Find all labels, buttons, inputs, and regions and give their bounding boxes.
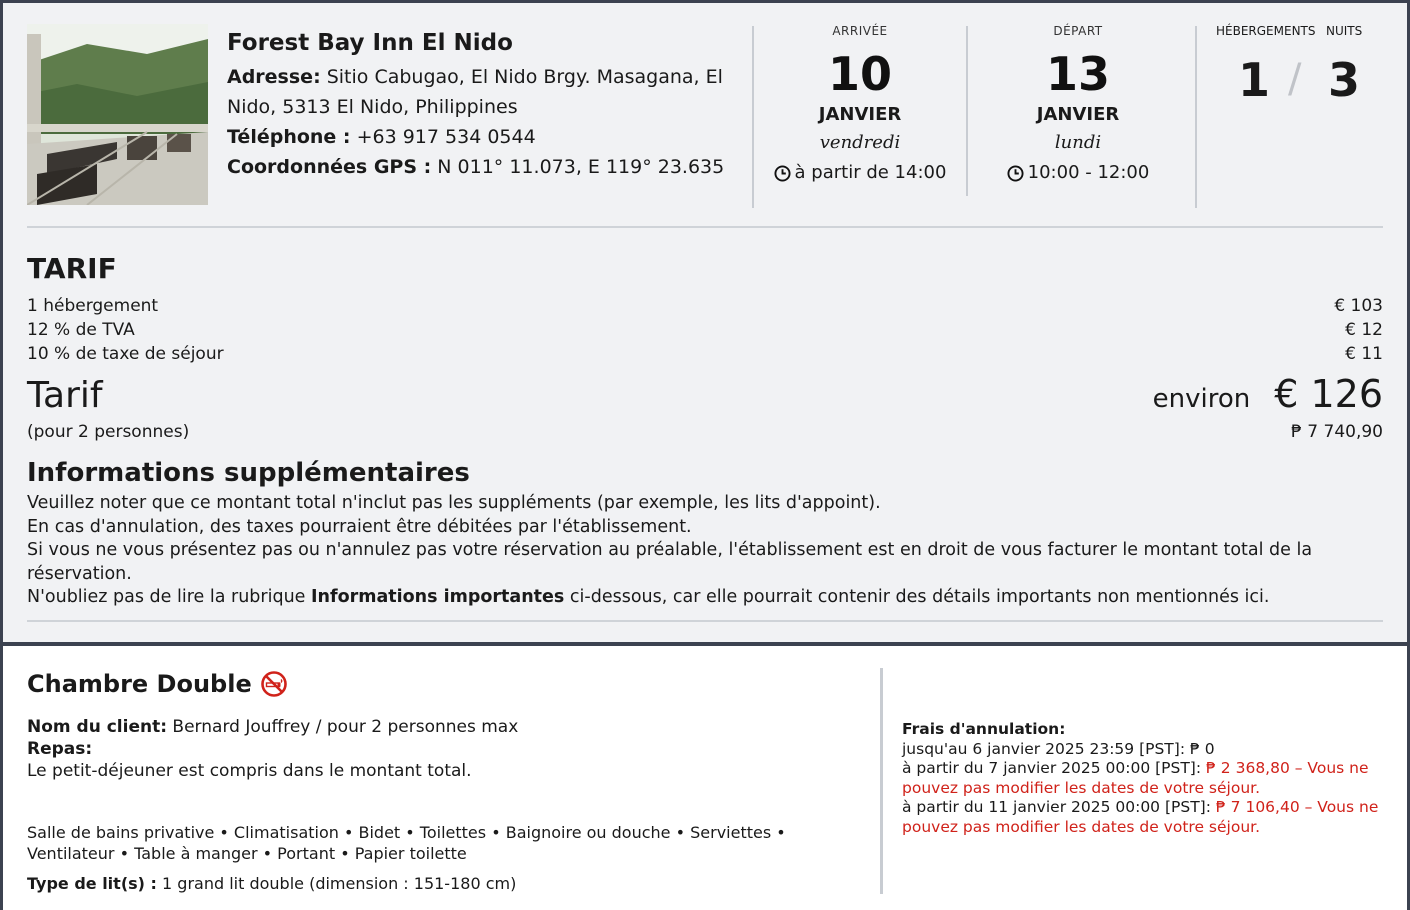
clock-icon bbox=[1007, 164, 1024, 182]
amenities-list: Salle de bains privative • Climatisation… bbox=[27, 823, 786, 863]
total-php: ₱ 7 740,90 bbox=[1291, 422, 1383, 442]
departure-day-number: 13 bbox=[1045, 47, 1110, 101]
approx-label: environ bbox=[1152, 384, 1251, 414]
tarif-total: Tarif environ € 126 bbox=[27, 372, 1383, 416]
bed-type: Type de lit(s) : 1 grand lit double (dim… bbox=[27, 874, 516, 893]
hotel-address: Adresse: Sitio Cabugao, El Nido Brgy. Ma… bbox=[227, 62, 737, 122]
divider bbox=[27, 226, 1383, 228]
total-amount: € 126 bbox=[1274, 372, 1383, 416]
hotel-name: Forest Bay Inn El Nido bbox=[227, 30, 513, 56]
info-line-text: N'oubliez pas de lire la rubrique bbox=[27, 587, 311, 607]
total-label: Tarif bbox=[27, 375, 103, 416]
divider bbox=[27, 620, 1383, 622]
info-line-text: ci-dessous, car elle pourrait contenir d… bbox=[564, 587, 1270, 607]
divider bbox=[1195, 26, 1197, 208]
departure-weekday: lundi bbox=[1054, 132, 1102, 153]
arrival-month: JANVIER bbox=[818, 104, 902, 125]
cancellation-line: jusqu'au 6 janvier 2025 23:59 [PST]: ₱ 0 bbox=[902, 739, 1215, 758]
departure-column: DÉPART 13 JANVIER lundi 10:00 - 12:00 bbox=[978, 24, 1178, 188]
cancellation-date: à partir du 7 janvier 2025 00:00 [PST]: bbox=[902, 759, 1207, 777]
info-title: Informations supplémentaires bbox=[27, 458, 470, 488]
bed-label: Type de lit(s) : bbox=[27, 874, 157, 893]
counts-slash: / bbox=[1288, 56, 1302, 102]
divider bbox=[966, 26, 968, 196]
arrival-weekday: vendredi bbox=[819, 132, 901, 153]
cancellation-title: Frais d'annulation: bbox=[902, 720, 1066, 738]
gps-value: N 011° 11.073, E 119° 23.635 bbox=[431, 156, 725, 178]
tarif-row-label: 1 hébergement bbox=[27, 296, 159, 316]
hotel-phone: Téléphone : +63 917 534 0544 bbox=[227, 122, 737, 152]
divider bbox=[880, 668, 883, 894]
persons-note: (pour 2 personnes) bbox=[27, 422, 190, 442]
counts-values: 1 / 3 bbox=[1210, 52, 1380, 112]
departure-label: DÉPART bbox=[1053, 24, 1103, 38]
divider bbox=[752, 26, 754, 208]
meals-label: Repas: bbox=[27, 738, 847, 760]
nights-count: 3 bbox=[1328, 53, 1361, 107]
tarif-row: 12 % de TVA € 12 bbox=[27, 318, 1383, 342]
arrival-day-number: 10 bbox=[827, 47, 892, 101]
tarif-row-label: 10 % de taxe de séjour bbox=[27, 344, 224, 364]
room-name: Chambre Double bbox=[27, 670, 252, 698]
address-label: Adresse: bbox=[227, 66, 321, 88]
no-smoking-icon bbox=[260, 671, 287, 697]
cancellation-line: à partir du 11 janvier 2025 00:00 [PST]:… bbox=[902, 798, 1382, 837]
info-line: N'oubliez pas de lire la rubrique Inform… bbox=[27, 586, 1347, 610]
phone-value: +63 917 534 0544 bbox=[350, 126, 536, 148]
meals-label-text: Repas: bbox=[27, 739, 93, 759]
departure-time-text: 10:00 - 12:00 bbox=[1027, 162, 1150, 183]
info-body: Veuillez noter que ce montant total n'in… bbox=[27, 492, 1347, 610]
cancellation-fees: Frais d'annulation: jusqu'au 6 janvier 2… bbox=[902, 720, 1382, 837]
info-line: Veuillez noter que ce montant total n'in… bbox=[27, 493, 881, 513]
tarif-subline: (pour 2 personnes) ₱ 7 740,90 bbox=[27, 422, 1383, 442]
tarif-row-label: 12 % de TVA bbox=[27, 320, 135, 340]
meals-value: Le petit-déjeuner est compris dans le mo… bbox=[27, 761, 472, 781]
guest-label: Nom du client: bbox=[27, 717, 168, 737]
gps-label: Coordonnées GPS : bbox=[227, 156, 432, 178]
bed-value: 1 grand lit double (dimension : 151-180 … bbox=[156, 874, 517, 893]
arrival-label: ARRIVÉE bbox=[832, 24, 888, 38]
info-line: En cas d'annulation, des taxes pourraien… bbox=[27, 516, 692, 537]
arrival-time-text: à partir de 14:00 bbox=[794, 162, 947, 183]
arrival-column: ARRIVÉE 10 JANVIER vendredi à partir de … bbox=[760, 24, 960, 188]
nights-label: NUITS bbox=[1326, 24, 1363, 38]
departure-month: JANVIER bbox=[1036, 104, 1120, 125]
departure-time: 10:00 - 12:00 bbox=[978, 158, 1178, 188]
tarif-row-value: € 103 bbox=[1334, 296, 1383, 316]
tarif-row-value: € 11 bbox=[1345, 344, 1383, 364]
tarif-row-value: € 12 bbox=[1345, 320, 1383, 340]
hotel-gps: Coordonnées GPS : N 011° 11.073, E 119° … bbox=[227, 152, 737, 182]
stay-counts: HÉBERGEMENTS NUITS 1 / 3 bbox=[1210, 24, 1380, 107]
info-line: Si vous ne vous présentez pas ou n'annul… bbox=[27, 540, 1313, 584]
counts-labels: HÉBERGEMENTS NUITS bbox=[1210, 24, 1380, 44]
clock-icon bbox=[774, 164, 791, 182]
guest-line: Nom du client: Bernard Jouffrey / pour 2… bbox=[27, 716, 847, 738]
hotel-info: Forest Bay Inn El Nido Adresse: Sitio Ca… bbox=[227, 28, 737, 182]
tarif-row: 1 hébergement € 103 bbox=[27, 294, 1383, 318]
cancellation-line: à partir du 7 janvier 2025 00:00 [PST]: … bbox=[902, 759, 1382, 798]
rooms-count: 1 bbox=[1238, 53, 1271, 107]
cancellation-date: à partir du 11 janvier 2025 00:00 [PST]: bbox=[902, 798, 1216, 816]
phone-label: Téléphone : bbox=[227, 126, 351, 148]
tarif-row: 10 % de taxe de séjour € 11 bbox=[27, 342, 1383, 366]
hotel-photo bbox=[27, 24, 208, 205]
rooms-label: HÉBERGEMENTS bbox=[1216, 24, 1316, 38]
room-info: Nom du client: Bernard Jouffrey / pour 2… bbox=[27, 716, 847, 782]
arrival-time: à partir de 14:00 bbox=[760, 158, 960, 188]
important-info-emphasis: Informations importantes bbox=[311, 587, 565, 607]
tarif-title: TARIF bbox=[27, 252, 117, 285]
total-right: environ € 126 bbox=[1153, 372, 1383, 416]
room-title: Chambre Double bbox=[27, 670, 288, 698]
guest-value: Bernard Jouffrey / pour 2 personnes max bbox=[167, 717, 519, 737]
